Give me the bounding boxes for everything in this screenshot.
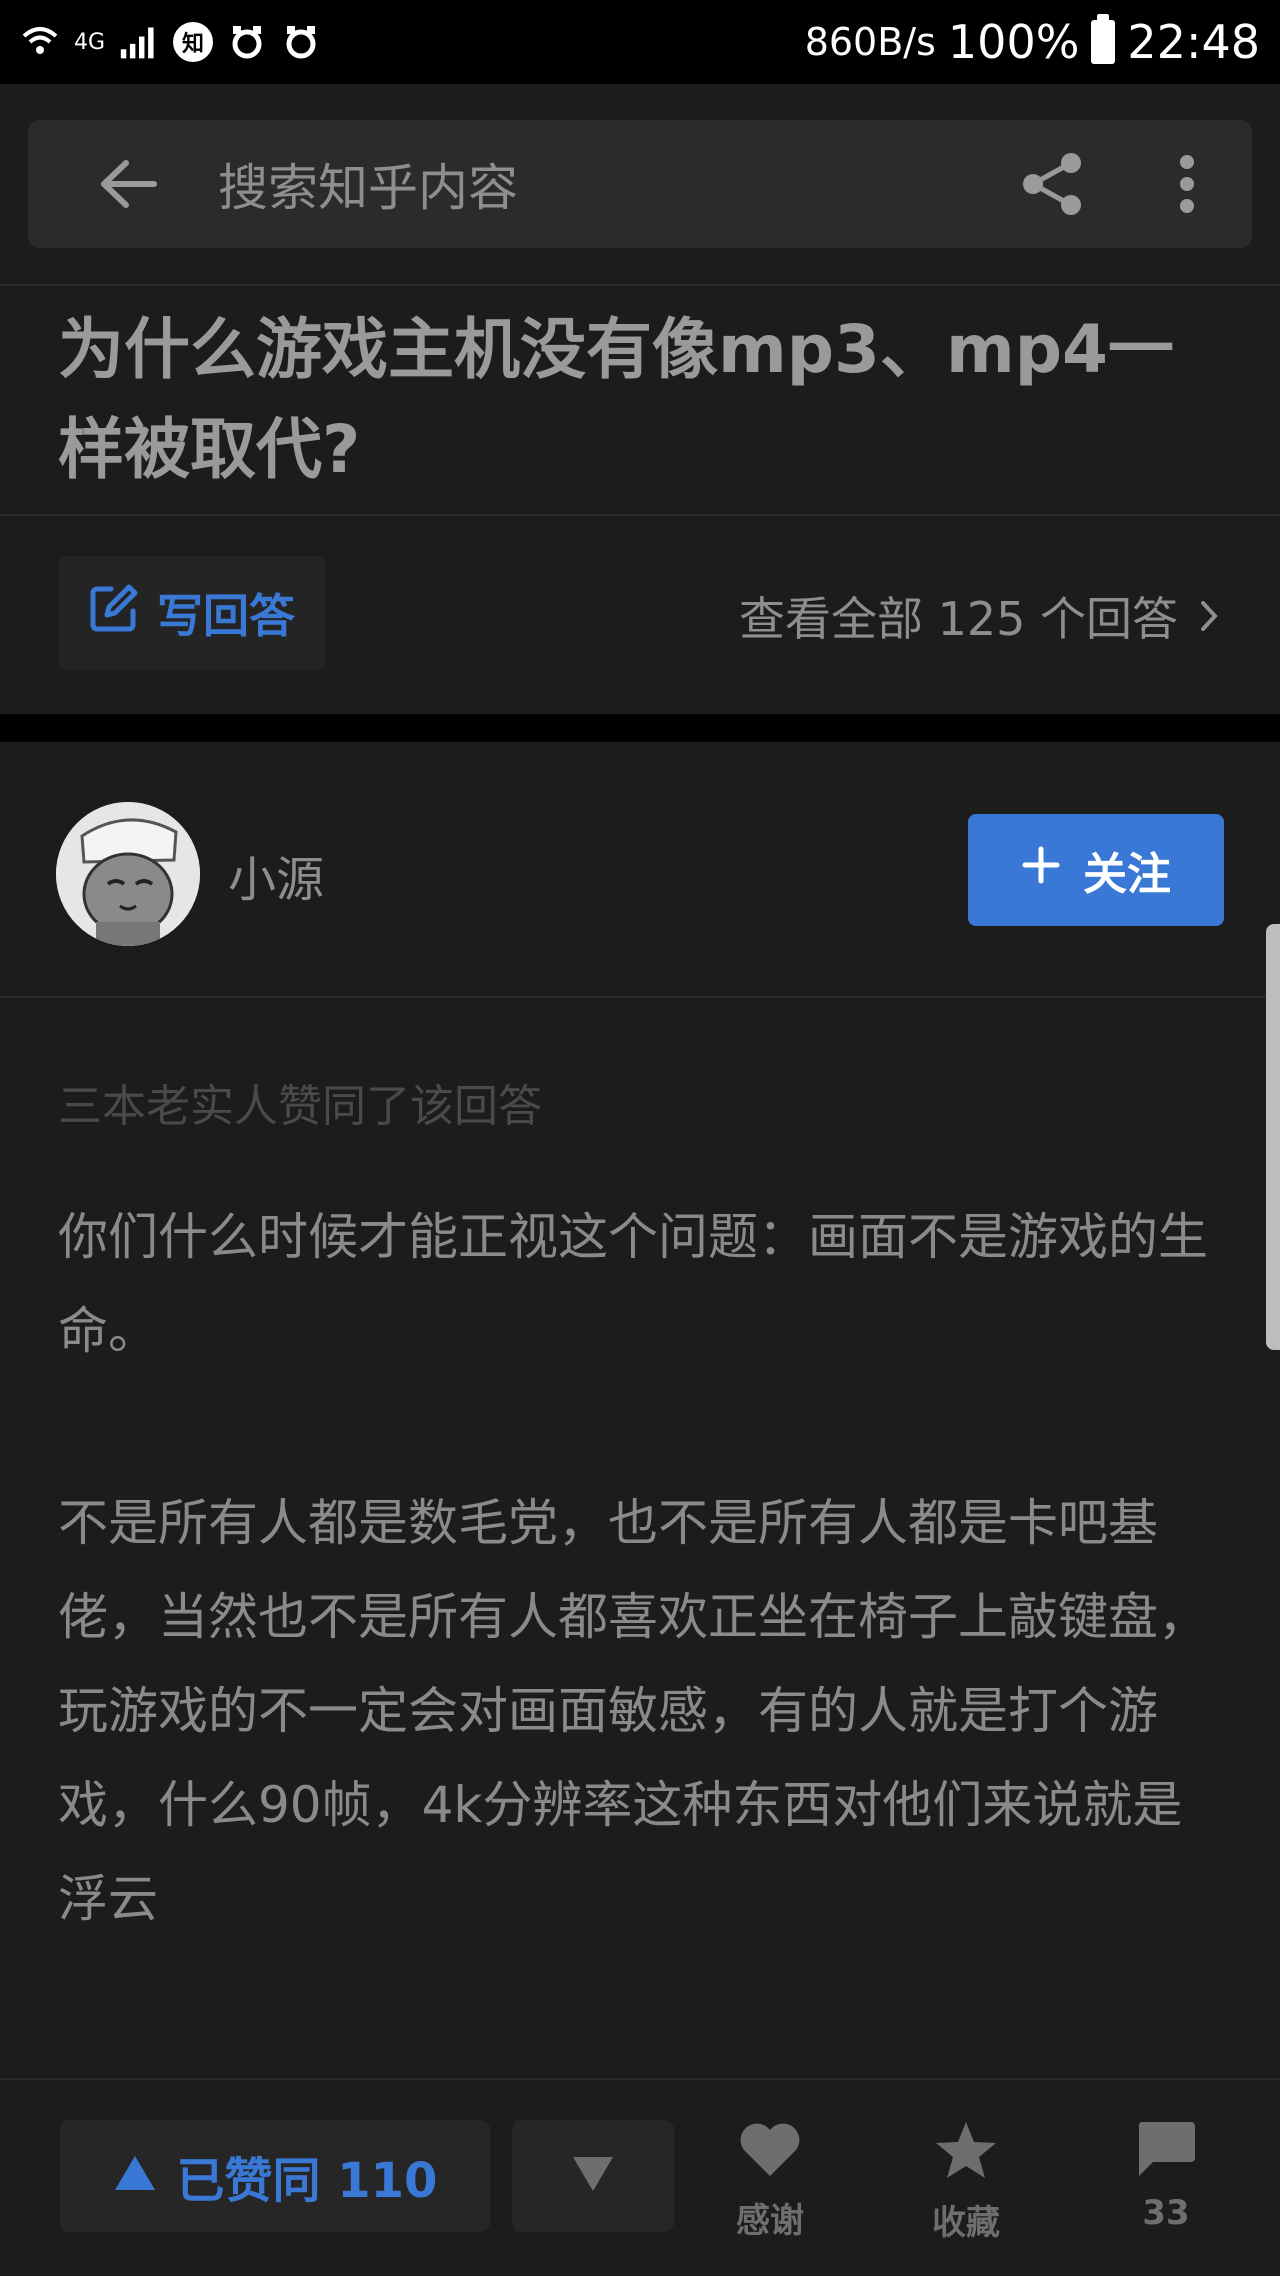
zhihu-notification-icon: 知 [173, 22, 214, 62]
divider [0, 996, 1280, 998]
vote-up-button[interactable]: 已赞同 110 [60, 2120, 490, 2232]
status-bar: 4G 知 860B/s 100% 22:48 [0, 0, 1280, 84]
alarm-icon [281, 22, 321, 62]
bottom-action-bar: 已赞同 110 感谢 收藏 33 [0, 2078, 1280, 2276]
status-right: 860B/s 100% 22:48 [804, 14, 1260, 69]
search-input[interactable]: 搜索知乎内容 [218, 148, 1002, 220]
question-actions: 写回答 查看全部 125 个回答 [0, 516, 1280, 714]
alarm-icon [227, 22, 267, 62]
endorse-note: 三本老实人赞同了该回答 [58, 1081, 542, 1132]
vote-down-button[interactable] [512, 2120, 674, 2232]
network-type: 4G [74, 29, 106, 55]
collect-label: 收藏 [932, 2203, 1000, 2243]
plus-icon [1021, 845, 1061, 896]
wifi-icon [20, 22, 60, 62]
clock: 22:48 [1127, 15, 1260, 69]
thanks-button[interactable]: 感谢 [700, 2120, 840, 2260]
chevron-right-icon [1200, 589, 1218, 643]
comment-icon [1135, 2120, 1197, 2187]
battery-percent: 100% [947, 15, 1080, 69]
signal-icon [119, 22, 159, 62]
thanks-label: 感谢 [736, 2201, 804, 2241]
comments-count: 33 [1142, 2193, 1190, 2233]
search-bar[interactable]: 搜索知乎内容 [28, 120, 1252, 248]
edit-icon [89, 583, 139, 644]
heart-icon [738, 2120, 802, 2187]
more-options-icon[interactable] [1142, 120, 1232, 248]
author-name[interactable]: 小源 [228, 840, 324, 910]
follow-button[interactable]: 关注 [968, 814, 1224, 926]
vote-up-label: 已赞同 110 [176, 2153, 438, 2209]
write-answer-label: 写回答 [157, 589, 295, 643]
collect-button[interactable]: 收藏 [896, 2120, 1036, 2260]
avatar[interactable] [56, 802, 200, 946]
answer-paragraph: 不是所有人都是数毛党，也不是所有人都是卡吧基佬，当然也不是所有人都喜欢正坐在椅子… [58, 1494, 1208, 1928]
triangle-up-icon [113, 2148, 157, 2204]
status-left: 4G 知 [20, 22, 321, 62]
comments-button[interactable]: 33 [1096, 2120, 1236, 2260]
back-icon[interactable] [68, 120, 188, 248]
divider [0, 284, 1280, 286]
scrollbar[interactable] [1266, 924, 1280, 1350]
app-bar: 搜索知乎内容 [0, 84, 1280, 284]
follow-label: 关注 [1083, 849, 1171, 900]
star-icon [934, 2120, 998, 2189]
battery-icon [1091, 14, 1116, 64]
share-icon[interactable] [1002, 120, 1102, 248]
author-row: 小源 关注 [0, 742, 1280, 996]
triangle-down-icon [571, 2155, 615, 2197]
view-all-label: 查看全部 125 个回答 [738, 592, 1178, 646]
answer-paragraph: 你们什么时候才能正视这个问题：画面不是游戏的生命。 [58, 1208, 1208, 1360]
write-answer-button[interactable]: 写回答 [58, 556, 326, 670]
network-speed: 860B/s [804, 20, 936, 64]
question-title[interactable]: 为什么游戏主机没有像mp3、mp4一样被取代? [58, 300, 1238, 500]
section-separator [0, 714, 1280, 742]
view-all-answers-link[interactable]: 查看全部 125 个回答 [739, 576, 1218, 656]
